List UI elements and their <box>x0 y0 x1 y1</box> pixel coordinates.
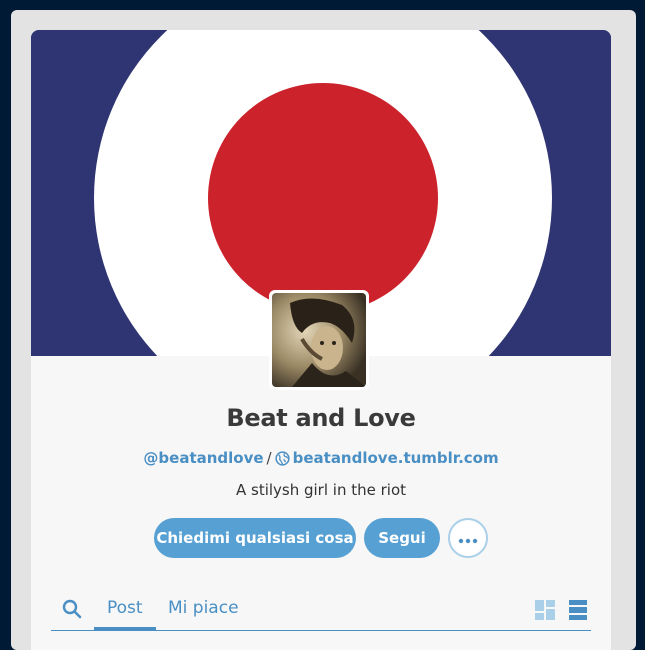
blog-title: Beat and Love <box>226 404 416 432</box>
grid-view-icon[interactable] <box>535 600 555 624</box>
page-frame: Beat and Love @beatandlove / beatandlove.t… <box>11 10 636 650</box>
tab-post[interactable]: Post <box>107 598 143 618</box>
tab-likes[interactable]: Mi piace <box>168 598 239 618</box>
blog-card: Beat and Love @beatandlove / beatandlove.t… <box>31 30 611 650</box>
more-options-button[interactable] <box>448 518 488 558</box>
list-view-icon[interactable] <box>569 600 587 624</box>
separator: / <box>266 449 272 467</box>
blog-links: @beatandlove / beatandlove.tumblr.com <box>31 449 611 470</box>
blog-url-text: beatandlove.tumblr.com <box>292 449 499 467</box>
ellipsis-icon <box>458 529 478 548</box>
avatar[interactable] <box>269 290 369 390</box>
search-icon[interactable] <box>62 599 82 623</box>
active-tab-indicator <box>94 627 156 630</box>
globe-icon <box>274 451 290 470</box>
username-link[interactable]: @beatandlove <box>143 449 263 467</box>
follow-button[interactable]: Segui <box>364 518 440 558</box>
ask-button[interactable]: Chiedimi qualsiasi cosa <box>154 518 356 558</box>
avatar-image <box>272 293 366 387</box>
blog-description: A stilysh girl in the riot <box>235 481 407 499</box>
action-bar: Chiedimi qualsiasi cosa Segui <box>31 518 611 558</box>
blog-url-link[interactable]: beatandlove.tumblr.com <box>274 449 499 470</box>
blog-tabs: Post Mi piace <box>51 593 591 631</box>
